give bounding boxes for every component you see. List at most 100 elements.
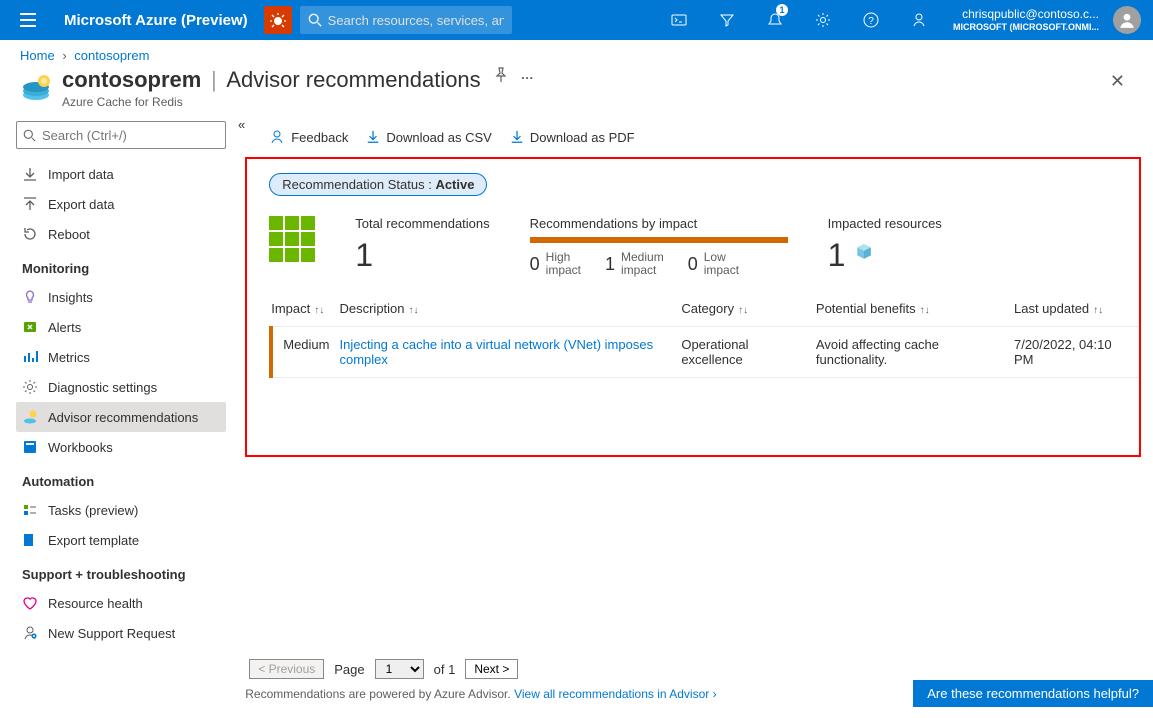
th-description[interactable]: Description↑↓ bbox=[339, 293, 681, 327]
download-pdf-button[interactable]: Download as PDF bbox=[510, 130, 635, 145]
notification-badge: 1 bbox=[776, 4, 788, 16]
metrics-icon bbox=[22, 349, 38, 365]
sidebar-item-label: Workbooks bbox=[48, 440, 113, 455]
sidebar-item-label: Import data bbox=[48, 167, 114, 182]
pager-of: of 1 bbox=[434, 662, 456, 677]
medium-count: 1 bbox=[605, 254, 615, 275]
sidebar-item-import-data[interactable]: Import data bbox=[16, 159, 226, 189]
sidebar-item-workbooks[interactable]: Workbooks bbox=[16, 432, 226, 462]
sidebar-item-advisor-recommendations[interactable]: Advisor recommendations bbox=[16, 402, 226, 432]
th-impact[interactable]: Impact↑↓ bbox=[271, 293, 339, 327]
sidebar-item-label: Diagnostic settings bbox=[48, 380, 157, 395]
table-row[interactable]: MediumInjecting a cache into a virtual n… bbox=[271, 327, 1141, 378]
download-icon bbox=[510, 130, 524, 144]
sidebar-item-new-support-request[interactable]: New Support Request bbox=[16, 618, 226, 648]
settings-icon[interactable] bbox=[803, 0, 843, 40]
notifications-icon[interactable]: 1 bbox=[755, 0, 795, 40]
powered-by: Recommendations are powered by Azure Adv… bbox=[245, 687, 716, 701]
cell-updated: 7/20/2022, 04:10 PM bbox=[1014, 327, 1141, 378]
pager: < Previous Page 1 of 1 Next > bbox=[245, 659, 1153, 679]
resource-name: contosoprem bbox=[62, 67, 201, 92]
gear-icon bbox=[22, 379, 38, 395]
sidebar-item-resource-health[interactable]: Resource health bbox=[16, 588, 226, 618]
sidebar-item-alerts[interactable]: Alerts bbox=[16, 312, 226, 342]
filter-icon[interactable] bbox=[707, 0, 747, 40]
low-label: Lowimpact bbox=[704, 251, 739, 277]
resource-type: Azure Cache for Redis bbox=[62, 95, 481, 109]
support-icon bbox=[22, 625, 38, 641]
pager-page-label: Page bbox=[334, 662, 364, 677]
by-impact-label: Recommendations by impact bbox=[530, 216, 788, 231]
sidebar-item-label: New Support Request bbox=[48, 626, 175, 641]
pager-prev[interactable]: < Previous bbox=[249, 659, 324, 679]
search-icon bbox=[23, 129, 36, 142]
helpful-prompt[interactable]: Are these recommendations helpful? bbox=[913, 680, 1153, 707]
sidebar-item-export-template[interactable]: Export template bbox=[16, 525, 226, 555]
cloud-shell-icon[interactable] bbox=[659, 0, 699, 40]
svg-text:?: ? bbox=[868, 16, 874, 27]
th-category[interactable]: Category↑↓ bbox=[681, 293, 816, 327]
person-icon bbox=[269, 129, 285, 145]
pin-icon[interactable] bbox=[493, 67, 509, 83]
status-pill-value: Active bbox=[435, 177, 474, 192]
help-icon[interactable]: ? bbox=[851, 0, 891, 40]
pager-page-select[interactable]: 1 bbox=[375, 659, 424, 679]
global-search[interactable] bbox=[300, 6, 512, 34]
resource-cube-icon bbox=[855, 243, 873, 261]
toolbar: Feedback Download as CSV Download as PDF bbox=[269, 117, 1141, 157]
search-icon bbox=[308, 13, 322, 27]
view-all-link[interactable]: View all recommendations in Advisor › bbox=[514, 687, 717, 701]
book-icon bbox=[22, 439, 38, 455]
download-csv-button[interactable]: Download as CSV bbox=[366, 130, 492, 145]
sidebar-item-metrics[interactable]: Metrics bbox=[16, 342, 226, 372]
sidebar-section-monitoring: Monitoring bbox=[22, 261, 226, 276]
bug-icon[interactable] bbox=[264, 6, 292, 34]
total-label: Total recommendations bbox=[355, 216, 489, 231]
breadcrumb-home[interactable]: Home bbox=[20, 48, 55, 63]
sidebar-item-label: Advisor recommendations bbox=[48, 410, 198, 425]
sidebar-search-input[interactable] bbox=[42, 128, 219, 143]
sidebar-item-label: Export template bbox=[48, 533, 139, 548]
sidebar-search[interactable] bbox=[16, 121, 226, 149]
advisor-icon bbox=[22, 409, 38, 425]
sidebar-item-label: Reboot bbox=[48, 227, 90, 242]
sidebar-item-diagnostic-settings[interactable]: Diagnostic settings bbox=[16, 372, 226, 402]
recommendations-table: Impact↑↓ Description↑↓ Category↑↓ Potent… bbox=[269, 293, 1141, 378]
high-count: 0 bbox=[530, 254, 540, 275]
status-pill-label: Recommendation Status : bbox=[282, 177, 432, 192]
feedback-label: Feedback bbox=[291, 130, 348, 145]
export-icon bbox=[22, 532, 38, 548]
close-blade[interactable]: ✕ bbox=[1102, 67, 1133, 96]
collapse-sidebar[interactable]: « bbox=[238, 117, 245, 707]
page-header: contosoprem | Advisor recommendations Az… bbox=[0, 65, 1153, 117]
tasks-icon bbox=[22, 502, 38, 518]
feedback-button[interactable]: Feedback bbox=[269, 129, 348, 145]
sidebar-item-label: Resource health bbox=[48, 596, 143, 611]
user-block[interactable]: chrisqpublic@contoso.c... MICROSOFT (MIC… bbox=[947, 7, 1105, 32]
sidebar-item-insights[interactable]: Insights bbox=[16, 282, 226, 312]
status-pill[interactable]: Recommendation Status : Active bbox=[269, 173, 487, 196]
cell-description: Injecting a cache into a virtual network… bbox=[339, 327, 681, 378]
feedback-top-icon[interactable] bbox=[899, 0, 939, 40]
sidebar-item-export-data[interactable]: Export data bbox=[16, 189, 226, 219]
download-csv-label: Download as CSV bbox=[386, 130, 492, 145]
rec-link[interactable]: Injecting a cache into a virtual network… bbox=[339, 337, 653, 367]
heart-icon bbox=[22, 595, 38, 611]
pager-next[interactable]: Next > bbox=[465, 659, 518, 679]
brand-label[interactable]: Microsoft Azure (Preview) bbox=[56, 12, 256, 29]
download-icon bbox=[22, 166, 38, 182]
sidebar-item-reboot[interactable]: Reboot bbox=[16, 219, 226, 249]
user-email: chrisqpublic@contoso.c... bbox=[953, 7, 1099, 21]
more-actions[interactable]: … bbox=[521, 67, 536, 82]
th-benefits[interactable]: Potential benefits↑↓ bbox=[816, 293, 1014, 327]
page-title: Advisor recommendations bbox=[226, 67, 480, 92]
hamburger-menu[interactable] bbox=[8, 0, 48, 40]
sidebar-item-tasks-preview-[interactable]: Tasks (preview) bbox=[16, 495, 226, 525]
avatar[interactable] bbox=[1113, 6, 1141, 34]
medium-label: Mediumimpact bbox=[621, 251, 664, 277]
global-search-input[interactable] bbox=[328, 13, 504, 28]
bulb-icon bbox=[22, 289, 38, 305]
breadcrumb-current[interactable]: contosoprem bbox=[74, 48, 149, 63]
th-updated[interactable]: Last updated↑↓ bbox=[1014, 293, 1141, 327]
cell-impact: Medium bbox=[271, 327, 339, 378]
